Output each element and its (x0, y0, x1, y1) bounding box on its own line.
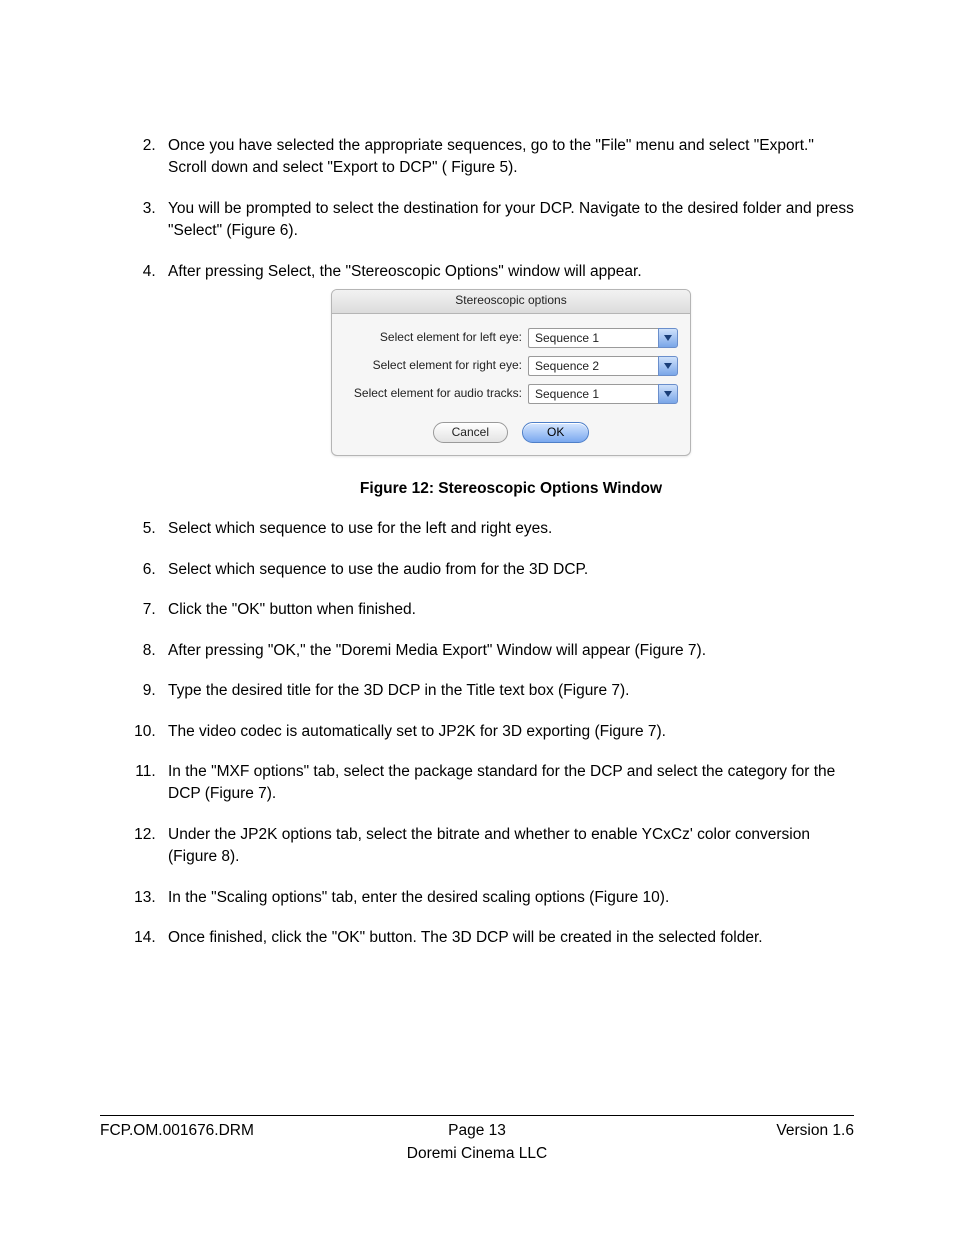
step-text: In the "Scaling options" tab, enter the … (168, 889, 669, 906)
step-text: Under the JP2K options tab, select the b… (168, 826, 810, 865)
step-6: Select which sequence to use the audio f… (160, 559, 854, 581)
row-audio-tracks: Select element for audio tracks: Sequenc… (344, 384, 678, 404)
row-right-eye: Select element for right eye: Sequence 2 (344, 356, 678, 376)
select-left-eye[interactable]: Sequence 1 (528, 328, 678, 348)
chevron-down-icon[interactable] (658, 328, 678, 348)
footer-row: FCP.OM.001676.DRM Page 13 Version 1.6 (100, 1120, 854, 1142)
step-11: In the "MXF options" tab, select the pac… (160, 761, 854, 806)
step-text: In the "MXF options" tab, select the pac… (168, 763, 835, 802)
step-5: Select which sequence to use for the lef… (160, 518, 854, 540)
row-left-eye: Select element for left eye: Sequence 1 (344, 328, 678, 348)
select-right-eye-value: Sequence 2 (528, 356, 658, 376)
step-text: Click the "OK" button when finished. (168, 601, 416, 618)
cancel-button[interactable]: Cancel (433, 422, 508, 443)
footer-version: Version 1.6 (603, 1120, 854, 1142)
step-3: You will be prompted to select the desti… (160, 198, 854, 243)
select-audio-tracks[interactable]: Sequence 1 (528, 384, 678, 404)
step-text: After pressing "OK," the "Doremi Media E… (168, 642, 706, 659)
label-right-eye: Select element for right eye: (344, 357, 528, 374)
step-text: Type the desired title for the 3D DCP in… (168, 682, 630, 699)
step-text: Select which sequence to use the audio f… (168, 561, 588, 578)
dialog-title: Stereoscopic options (332, 290, 690, 313)
select-audio-tracks-value: Sequence 1 (528, 384, 658, 404)
step-7: Click the "OK" button when finished. (160, 599, 854, 621)
dialog-body: Select element for left eye: Sequence 1 … (332, 314, 690, 416)
step-10: The video codec is automatically set to … (160, 721, 854, 743)
chevron-down-icon[interactable] (658, 356, 678, 376)
select-left-eye-value: Sequence 1 (528, 328, 658, 348)
step-2: Once you have selected the appropriate s… (160, 135, 854, 180)
footer-page: Page 13 (351, 1120, 602, 1142)
step-text: After pressing Select, the "Stereoscopic… (168, 263, 642, 280)
chevron-down-icon[interactable] (658, 384, 678, 404)
step-12: Under the JP2K options tab, select the b… (160, 824, 854, 869)
select-right-eye[interactable]: Sequence 2 (528, 356, 678, 376)
dialog-actions: Cancel OK (332, 416, 690, 455)
ordered-steps: Once you have selected the appropriate s… (100, 135, 854, 950)
ok-button[interactable]: OK (522, 422, 589, 443)
footer-company: Doremi Cinema LLC (100, 1143, 854, 1165)
step-text: Once you have selected the appropriate s… (168, 137, 814, 176)
step-4: After pressing Select, the "Stereoscopic… (160, 261, 854, 500)
step-9: Type the desired title for the 3D DCP in… (160, 680, 854, 702)
step-text: You will be prompted to select the desti… (168, 200, 854, 239)
label-left-eye: Select element for left eye: (344, 329, 528, 346)
footer-rule (100, 1115, 854, 1116)
step-8: After pressing "OK," the "Doremi Media E… (160, 640, 854, 662)
step-text: Select which sequence to use for the lef… (168, 520, 552, 537)
page-footer: FCP.OM.001676.DRM Page 13 Version 1.6 Do… (100, 1115, 854, 1165)
document-page: Once you have selected the appropriate s… (0, 0, 954, 1235)
figure-caption: Figure 12: Stereoscopic Options Window (168, 478, 854, 500)
step-text: Once finished, click the "OK" button. Th… (168, 929, 763, 946)
footer-doc-id: FCP.OM.001676.DRM (100, 1120, 351, 1142)
stereoscopic-options-dialog: Stereoscopic options Select element for … (331, 289, 691, 455)
dialog-container: Stereoscopic options Select element for … (168, 289, 854, 455)
step-13: In the "Scaling options" tab, enter the … (160, 887, 854, 909)
step-14: Once finished, click the "OK" button. Th… (160, 927, 854, 949)
step-text: The video codec is automatically set to … (168, 723, 666, 740)
label-audio-tracks: Select element for audio tracks: (344, 385, 528, 402)
